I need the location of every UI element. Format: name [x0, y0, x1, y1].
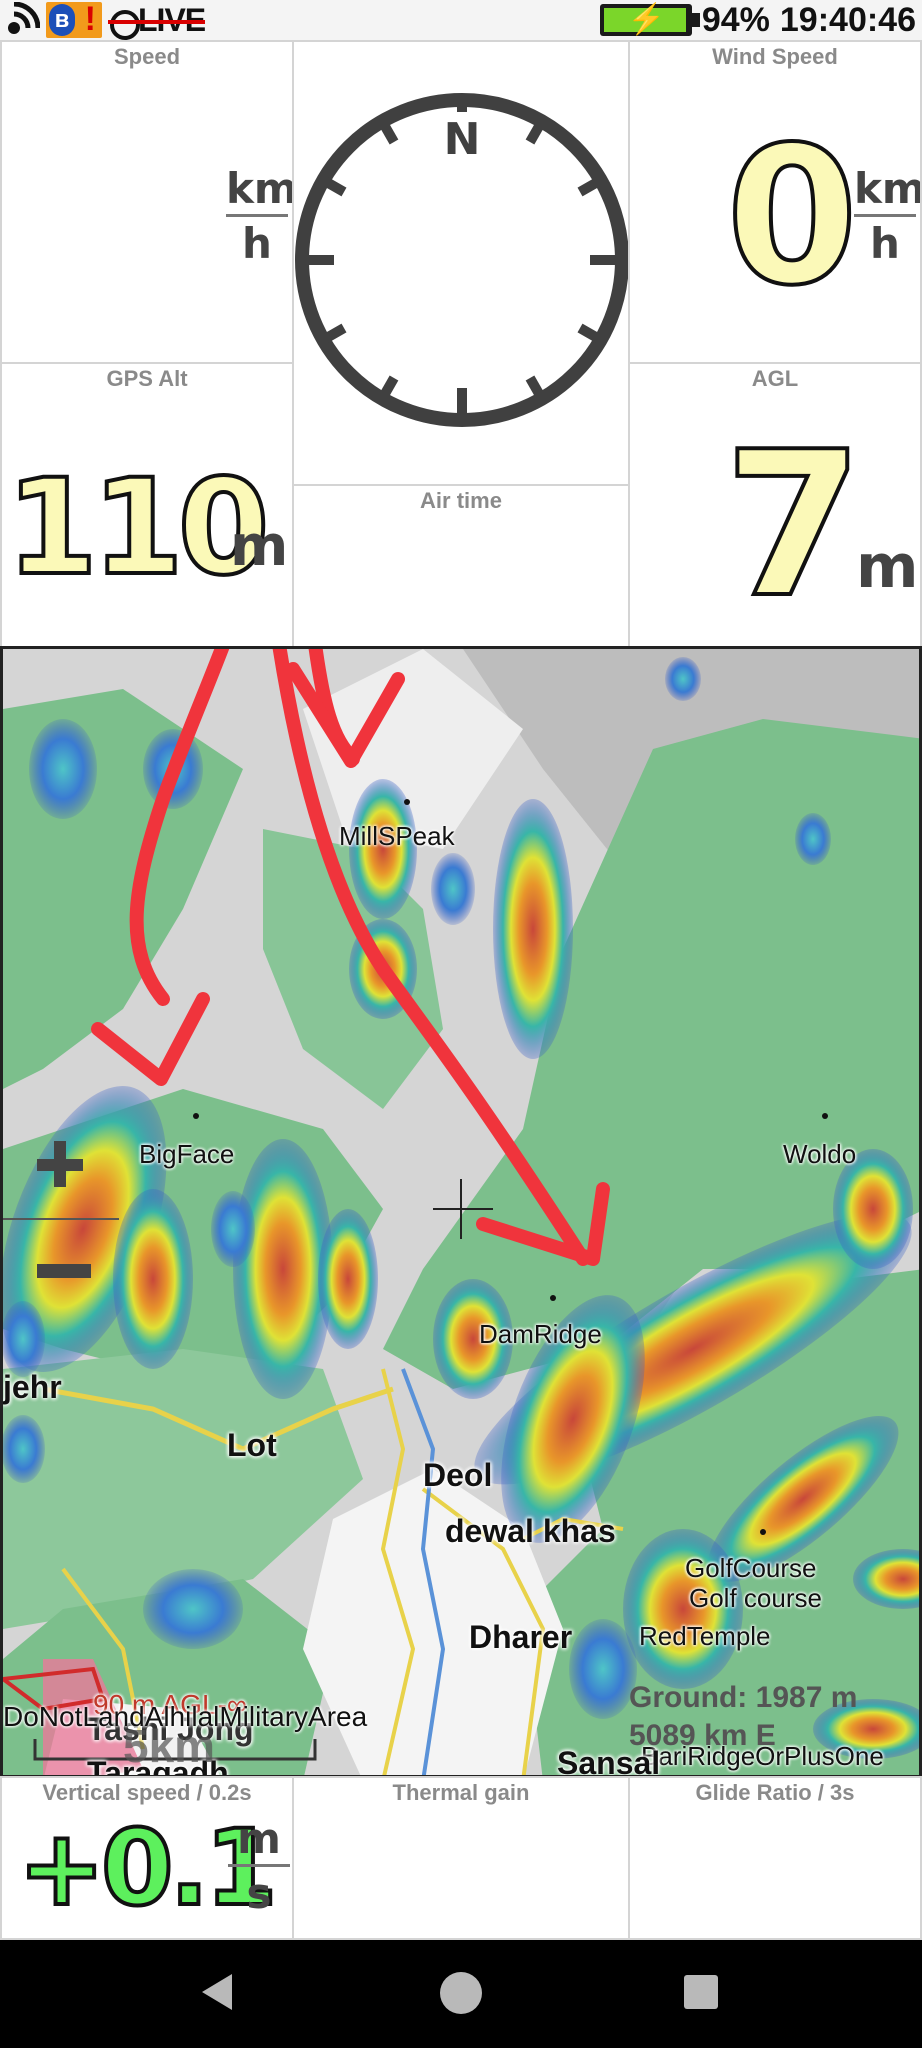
- air-time-title: Air time: [420, 488, 502, 513]
- place-lot: Lot: [227, 1427, 277, 1463]
- speed-unit: km h: [226, 164, 294, 268]
- bluetooth-warning-badge: ʙ !: [46, 0, 102, 38]
- recents-icon[interactable]: [684, 1975, 718, 2009]
- gps-alt-panel[interactable]: GPS Alt 110 m: [0, 362, 294, 648]
- distance-info: 5089 km E: [629, 1719, 776, 1752]
- place-golf-course: Golf course: [689, 1583, 822, 1613]
- battery-icon: ⚡: [599, 3, 700, 36]
- thermal-gain-panel[interactable]: Thermal gain: [292, 1776, 630, 1940]
- compass-north-label: N: [444, 114, 481, 165]
- place-dewal-khas: dewal khas: [445, 1513, 616, 1549]
- navigation-bar: [0, 1940, 922, 2048]
- map-view[interactable]: MillSPeak BigFace Woldo DamRidge GolfCou…: [0, 646, 922, 1778]
- agl-value: 7: [722, 409, 865, 642]
- clock: 19:40:46: [779, 0, 916, 39]
- gps-alt-unit: m: [230, 514, 289, 579]
- thermal-gain-title: Thermal gain: [392, 1780, 530, 1805]
- place-dharer: Dharer: [469, 1619, 573, 1655]
- speed-panel[interactable]: Speed km h: [0, 40, 294, 364]
- speed-title: Speed: [113, 44, 181, 69]
- waypoint-damridge[interactable]: DamRidge: [479, 1319, 602, 1350]
- agl-panel[interactable]: AGL 7 m: [628, 362, 922, 648]
- wind-speed-value: 0: [724, 106, 860, 327]
- place-deol: Deol: [423, 1457, 493, 1493]
- waypoint-millspeak[interactable]: MillSPeak: [339, 821, 455, 852]
- gps-alt-value: 110: [4, 451, 272, 605]
- status-bar: ʙ ! LIVE ⚡ 94% 19:40:46: [0, 0, 922, 40]
- glide-ratio-panel[interactable]: Glide Ratio / 3s: [628, 1776, 922, 1940]
- waypoint-redtemple[interactable]: RedTemple: [639, 1621, 771, 1652]
- wind-speed-title: Wind Speed: [712, 44, 838, 69]
- vertical-speed-title: Vertical speed / 0.2s: [42, 1780, 252, 1805]
- place-jehr: jehr: [3, 1369, 62, 1405]
- ground-info: Ground: 1987 m: [629, 1681, 858, 1714]
- compass-panel[interactable]: N: [292, 40, 630, 488]
- wind-speed-unit: km h: [854, 164, 922, 268]
- waypoint-golfcourse[interactable]: GolfCourse: [685, 1553, 817, 1584]
- zoom-out-button[interactable]: [37, 1264, 91, 1278]
- compass-icon: N: [295, 93, 628, 427]
- back-icon[interactable]: [202, 1974, 232, 2010]
- waypoint-woldo[interactable]: Woldo: [783, 1139, 856, 1170]
- waypoint-bigface[interactable]: BigFace: [139, 1139, 234, 1170]
- scale-label: 5km: [123, 1720, 216, 1772]
- wind-speed-panel[interactable]: Wind Speed 0 km h: [628, 40, 922, 364]
- battery-percent: 94%: [701, 0, 770, 39]
- glide-ratio-title: Glide Ratio / 3s: [695, 1780, 855, 1805]
- vertical-speed-panel[interactable]: Vertical speed / 0.2s +0.1 m s: [0, 1776, 294, 1940]
- gps-alt-title: GPS Alt: [106, 366, 188, 391]
- agl-unit: m: [856, 532, 919, 602]
- warning-icon: !: [84, 0, 96, 38]
- vertical-speed-unit: m s: [228, 1818, 290, 1915]
- bluetooth-icon: ʙ: [49, 4, 75, 36]
- air-time-panel[interactable]: Air time: [292, 484, 630, 648]
- agl-title: AGL: [751, 366, 799, 391]
- live-indicator[interactable]: LIVE: [108, 2, 206, 40]
- signal-icon: [8, 2, 40, 34]
- home-icon[interactable]: [440, 1972, 482, 2014]
- screen: ʙ ! LIVE ⚡ 94% 19:40:46 Speed km h N Air…: [0, 0, 922, 2048]
